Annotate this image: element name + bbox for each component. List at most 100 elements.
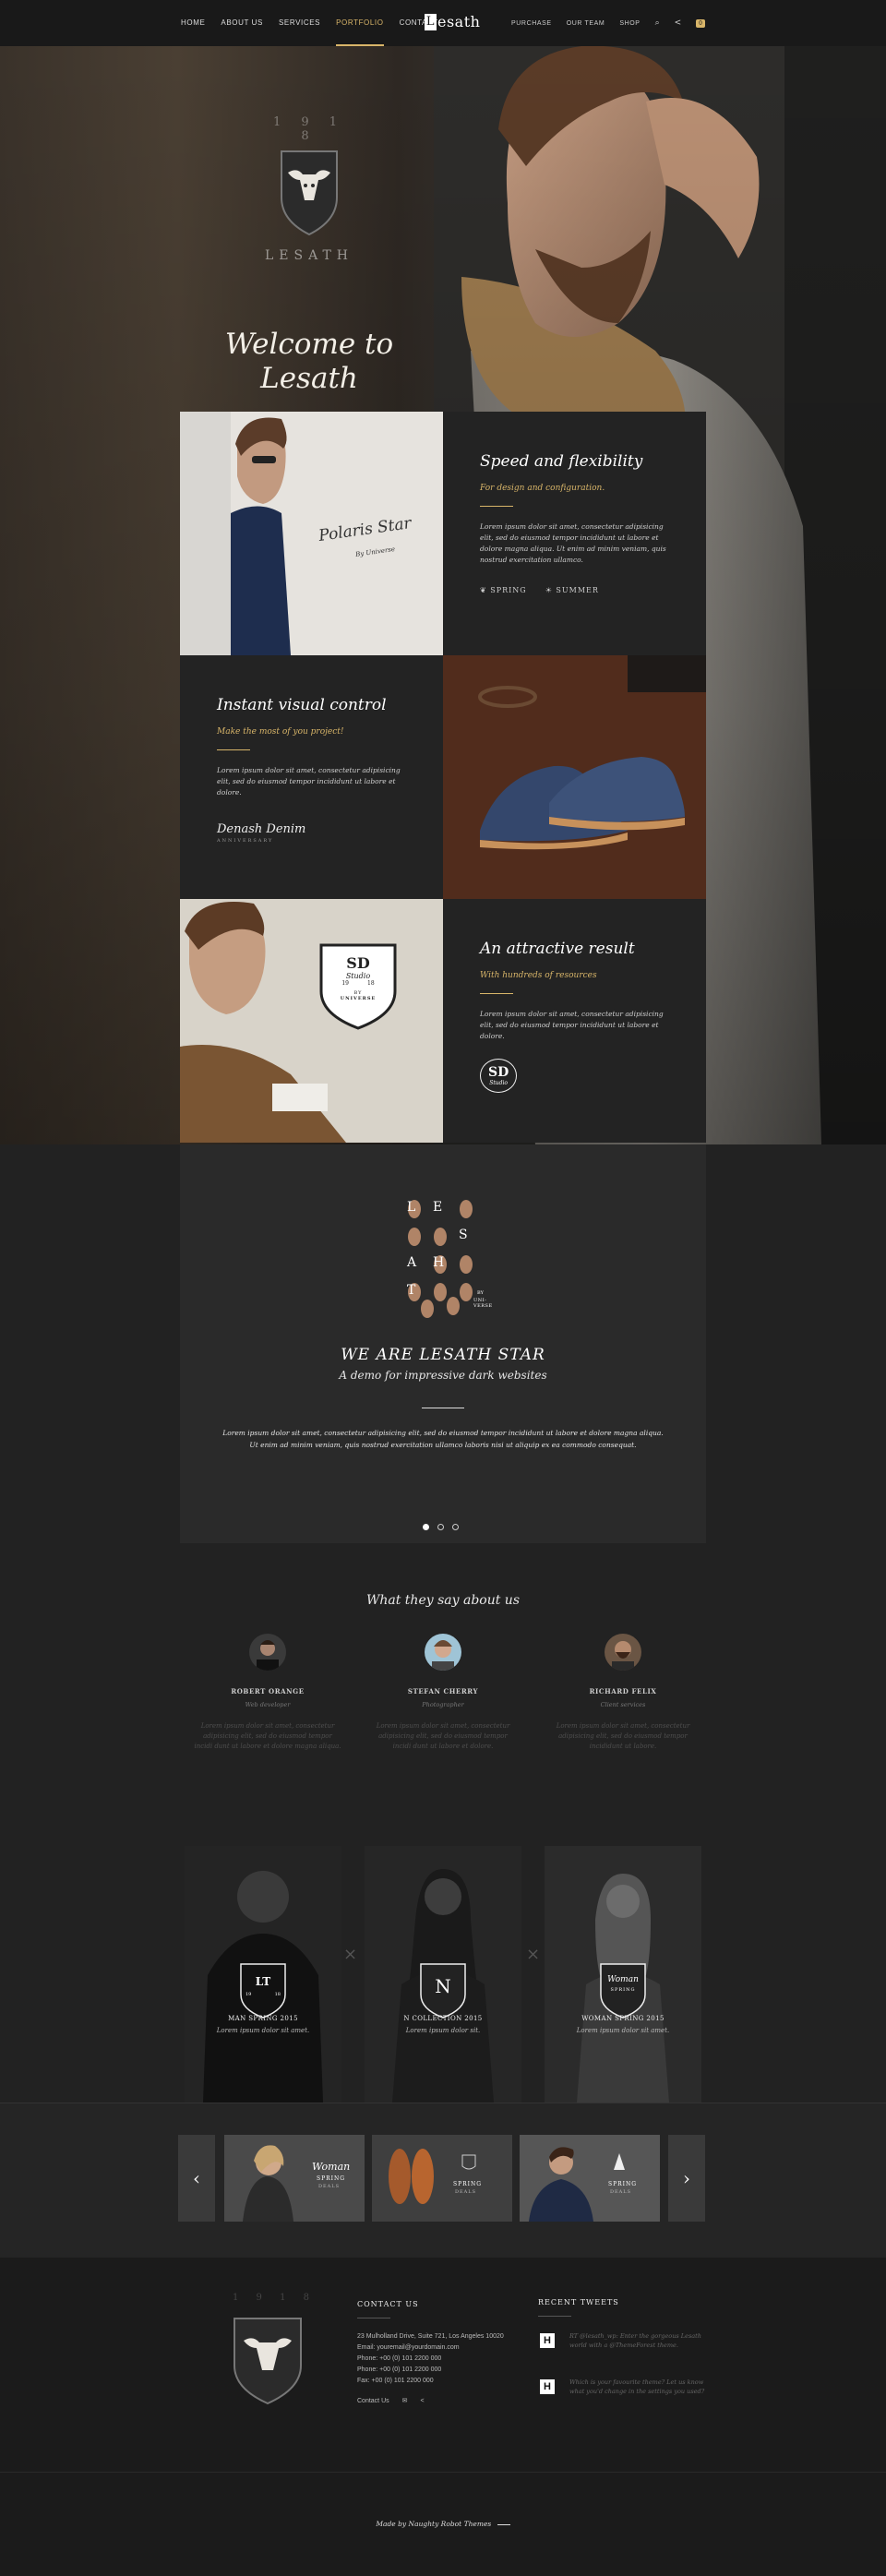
nav-shop[interactable]: SHOP bbox=[619, 20, 640, 27]
nav-our-team[interactable]: OUR TEAM bbox=[567, 20, 605, 27]
feature-speed-title: Speed and flexibility bbox=[480, 452, 643, 471]
star-letter-a: A bbox=[407, 1255, 417, 1270]
star-by: BY bbox=[477, 1290, 484, 1296]
carousel-prev-button[interactable]: ‹ bbox=[178, 2135, 215, 2222]
star-maker: UNI-VERSE bbox=[473, 1298, 493, 1309]
feature-visual-subtitle: Make the most of you project! bbox=[217, 727, 344, 737]
share-icon[interactable]: < bbox=[421, 2396, 425, 2407]
feature-speed: Speed and flexibility For design and con… bbox=[443, 412, 706, 655]
nav-right-menu: PURCHASE OUR TEAM SHOP ⌕ < 0 bbox=[511, 0, 705, 46]
sd-badge-script: Studio bbox=[345, 972, 371, 980]
carousel-item-line2: DEALS bbox=[455, 2189, 477, 2195]
nav-home[interactable]: HOME bbox=[181, 0, 205, 46]
tweets-title: RECENT TWEETS bbox=[538, 2298, 619, 2306]
feature-grid: Polaris Star By Universe Speed and flexi… bbox=[180, 412, 706, 1143]
star-letter-t: T bbox=[407, 1283, 416, 1298]
lt-badge: LT bbox=[255, 1975, 271, 1988]
collection-man[interactable]: LT 19 18 MAN SPRING 2015 Lorem ipsum dolo… bbox=[185, 1846, 341, 2103]
star-letter-s: S bbox=[459, 1228, 468, 1242]
hero-title-line1: Welcome to bbox=[224, 328, 394, 361]
slider-dot-1[interactable] bbox=[423, 1524, 429, 1530]
collection-n[interactable]: N N COLLECTION 2015 Lorem ipsum dolor si… bbox=[365, 1846, 521, 2103]
divider bbox=[480, 993, 513, 994]
carousel-item-line2: DEALS bbox=[610, 2189, 632, 2195]
times-icon: × bbox=[343, 1945, 358, 1964]
tweet-avatar-icon: H bbox=[540, 2379, 555, 2394]
feature-attractive-text: Lorem ipsum dolor sit amet, consectetur … bbox=[480, 1010, 664, 1040]
shoes-image bbox=[443, 655, 706, 899]
star-subtitle: A demo for impressive dark websites bbox=[339, 1369, 547, 1382]
lt-shield-icon bbox=[240, 1963, 286, 2019]
footer-email[interactable]: Email: youremail@yourdomain.com bbox=[357, 2342, 504, 2354]
carousel-item-line1: SPRING bbox=[608, 2181, 638, 2187]
star-para-2: Ut enim ad minim veniam, quis nostrud ex… bbox=[249, 1441, 637, 1449]
testimonial-name: STEFAN CHERRY bbox=[407, 1687, 479, 1695]
slider-dot-3[interactable] bbox=[452, 1524, 459, 1530]
divider bbox=[538, 2316, 571, 2317]
footer-divider bbox=[0, 2472, 886, 2473]
carousel-next-button[interactable]: › bbox=[668, 2135, 705, 2222]
avatar bbox=[425, 1634, 461, 1671]
logo-text: esath bbox=[437, 13, 481, 30]
avatar-robert-image bbox=[257, 1640, 279, 1671]
carousel-item-title: Woman bbox=[312, 2161, 351, 2173]
hero-emblem: 1 9 1 8 LESATH bbox=[263, 115, 355, 328]
contact-us-link[interactable]: Contact Us bbox=[357, 2396, 389, 2407]
sd-studio-logo: SD Studio bbox=[480, 1059, 518, 1093]
testimonial-role: Photographer bbox=[422, 1701, 464, 1708]
tweet-1[interactable]: RT @lesath_wp: Enter the gorgeous Lesath… bbox=[569, 2331, 717, 2350]
coffee-beans-logo: L E S A T H BY UNI-VERSE bbox=[401, 1191, 492, 1320]
feature-visual-text: Lorem ipsum dolor sit amet, consectetur … bbox=[217, 766, 401, 797]
n-badge: N bbox=[435, 1975, 451, 1997]
testimonial-1: ROBERT ORANGE Web developer Lorem ipsum … bbox=[194, 1634, 341, 1752]
carousel-man-image bbox=[520, 2135, 660, 2222]
tweet-2[interactable]: Which is your favourite theme? Let us kn… bbox=[569, 2378, 717, 2396]
collection-text: Lorem ipsum dolor sit. bbox=[405, 2027, 481, 2034]
footer-fax: Fax: +00 (0) 101 2200 000 bbox=[357, 2378, 434, 2384]
feature-attractive: An attractive result With hundreds of re… bbox=[443, 899, 706, 1143]
collection-woman[interactable]: Woman SPRING WOMAN SPRING 2015 Lorem ips… bbox=[545, 1846, 701, 2103]
footer-phone-1: Phone: +00 (0) 101 2200 000 bbox=[357, 2355, 442, 2362]
bull-skull-shield-icon bbox=[281, 150, 338, 236]
carousel-item-line1: SPRING bbox=[453, 2181, 483, 2187]
footer: 1 9 1 8 CONTACT US 23 Mulholland Drive, … bbox=[0, 2258, 886, 2576]
season-badges: ❦ SPRING ☀ SUMMER bbox=[480, 586, 669, 594]
nav-left-menu: HOME ABOUT US SERVICES PORTFOLIO CONTACT bbox=[181, 0, 438, 46]
nav-about[interactable]: ABOUT US bbox=[221, 0, 263, 46]
share-icon[interactable]: < bbox=[675, 18, 682, 28]
model-leaning-image bbox=[180, 899, 443, 1143]
footer-bull-skull-shield-icon bbox=[233, 2318, 302, 2405]
search-icon[interactable]: ⌕ bbox=[655, 18, 660, 28]
signature-sub: ANNIVERSARY bbox=[217, 838, 274, 844]
feature-speed-subtitle: For design and configuration. bbox=[480, 484, 605, 493]
carousel-item-2[interactable]: SPRING DEALS bbox=[372, 2135, 512, 2222]
avatar bbox=[249, 1634, 286, 1671]
times-icon: × bbox=[526, 1945, 541, 1964]
sd-badge-maker: UNIVERSE bbox=[340, 996, 377, 1001]
nav-portfolio[interactable]: PORTFOLIO bbox=[336, 0, 385, 46]
cart-icon[interactable]: 0 bbox=[696, 18, 705, 28]
hero-est: 1 9 1 8 bbox=[272, 115, 346, 143]
carousel-item-1[interactable]: Woman SPRING DEALS bbox=[224, 2135, 365, 2222]
footer-phone-2: Phone: +00 (0) 101 2200 000 bbox=[357, 2366, 442, 2373]
divider bbox=[217, 749, 250, 750]
footer-address: 23 Mulholland Drive, Suite 721, Los Ange… bbox=[357, 2333, 504, 2340]
envelope-icon[interactable]: ✉ bbox=[402, 2396, 408, 2407]
carousel-item-line1: SPRING bbox=[317, 2175, 346, 2182]
testimonial-text: Lorem ipsum dolor sit amet, consectetur … bbox=[376, 1722, 510, 1750]
signature: Denash Denim bbox=[217, 822, 306, 836]
star-letter-h: H bbox=[433, 1255, 445, 1270]
testimonial-name: RICHARD FELIX bbox=[589, 1687, 657, 1695]
nav-purchase[interactable]: PURCHASE bbox=[511, 20, 552, 27]
avatar bbox=[605, 1634, 641, 1671]
slider-dots bbox=[423, 1524, 459, 1530]
nav-services[interactable]: SERVICES bbox=[279, 0, 320, 46]
slider-dot-2[interactable] bbox=[437, 1524, 444, 1530]
feature-visual-control: Instant visual control Make the most of … bbox=[180, 655, 443, 899]
feature-speed-text: Lorem ipsum dolor sit amet, consectetur … bbox=[480, 522, 666, 564]
hero-brand: LESATH bbox=[265, 248, 353, 263]
feature-attractive-title: An attractive result bbox=[480, 940, 635, 958]
contact-block: CONTACT US 23 Mulholland Drive, Suite 72… bbox=[357, 2300, 504, 2407]
site-logo[interactable]: L esath bbox=[425, 13, 480, 30]
carousel-item-3[interactable]: SPRING DEALS bbox=[520, 2135, 660, 2222]
